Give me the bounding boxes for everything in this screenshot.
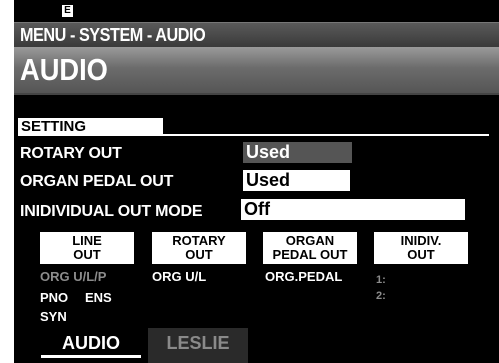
individual-out-mode-value[interactable]: Off <box>241 199 465 220</box>
breadcrumb-text: MENU - SYSTEM - AUDIO <box>20 25 206 45</box>
individual-out-box: INIDIV. OUT <box>374 232 468 264</box>
line-out-assign-ensemble: ENS <box>85 290 112 305</box>
organ-pedal-out-label: ORGAN PEDAL OUT <box>20 173 174 190</box>
organ-pedal-out-line1: ORGAN <box>285 233 335 248</box>
line-out-line2: OUT <box>73 247 101 262</box>
individual-out-slot-2: 2: <box>376 290 386 302</box>
section-divider <box>18 134 489 136</box>
organ-pedal-out-value[interactable]: Used <box>243 170 350 191</box>
rotary-out-line2: OUT <box>185 247 213 262</box>
rotary-out-line1: ROTARY <box>172 233 226 248</box>
tab-bar: AUDIO LESLIE <box>14 328 499 363</box>
individual-out-line1: INIDIV. <box>400 233 442 248</box>
line-out-box: LINE OUT <box>40 232 134 264</box>
tab-leslie[interactable]: LESLIE <box>148 328 248 363</box>
rotary-out-value[interactable]: Used <box>243 142 352 163</box>
individual-out-slot-1: 1: <box>376 274 386 286</box>
display-screen: E MENU - SYSTEM - AUDIO AUDIO SETTING RO… <box>14 0 499 363</box>
line-out-assign-synth: SYN <box>40 309 67 324</box>
individual-out-mode-label: INIDIVIDUAL OUT MODE <box>20 203 203 220</box>
organ-pedal-out-box: ORGAN PEDAL OUT <box>263 232 357 264</box>
line-out-assign-piano: PNO <box>40 290 69 305</box>
status-e-icon: E <box>62 5 73 17</box>
rotary-out-label: ROTARY OUT <box>20 145 122 162</box>
individual-out-line2: OUT <box>407 247 435 262</box>
rotary-out-box: ROTARY OUT <box>152 232 246 264</box>
title-bar: AUDIO <box>14 47 499 95</box>
breadcrumb: MENU - SYSTEM - AUDIO <box>14 22 499 47</box>
organ-pedal-out-line2: PEDAL OUT <box>272 247 348 262</box>
line-out-assign-organ: ORG U/L/P <box>40 269 107 284</box>
tab-audio[interactable]: AUDIO <box>41 328 141 363</box>
organ-pedal-out-assign: ORG.PEDAL <box>265 269 343 284</box>
page-title: AUDIO <box>20 52 108 87</box>
rotary-out-assign: ORG U/L <box>152 269 207 284</box>
line-out-line1: LINE <box>72 233 102 248</box>
